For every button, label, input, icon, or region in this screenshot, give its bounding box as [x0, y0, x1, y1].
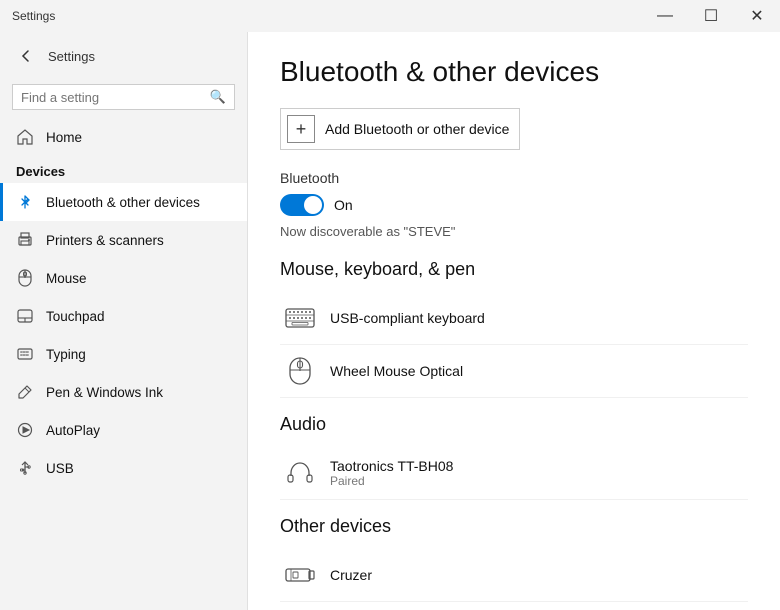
sidebar: Settings 🔍 Home Devices Bluetooth & othe [0, 32, 248, 610]
device-item-dell: DELL 2407WFP [280, 602, 748, 610]
mouse-sidebar-icon [16, 269, 34, 287]
sidebar-item-label-printers: Printers & scanners [46, 233, 164, 248]
titlebar-title: Settings [12, 9, 55, 23]
content-area: Bluetooth & other devices + Add Bluetoot… [248, 32, 780, 610]
sidebar-item-label-usb: USB [46, 461, 74, 476]
sidebar-item-label-mouse: Mouse [46, 271, 87, 286]
device-item-mouse: Wheel Mouse Optical [280, 345, 748, 398]
typing-icon [16, 345, 34, 363]
touchpad-icon [16, 307, 34, 325]
sidebar-item-mouse[interactable]: Mouse [0, 259, 247, 297]
sidebar-app-title: Settings [48, 49, 95, 64]
page-title: Bluetooth & other devices [280, 56, 748, 88]
search-input[interactable] [21, 90, 204, 105]
sidebar-item-typing[interactable]: Typing [0, 335, 247, 373]
device-name-headphones: Taotronics TT-BH08 [330, 458, 453, 474]
section-title-other: Other devices [280, 516, 748, 537]
sidebar-item-bluetooth[interactable]: Bluetooth & other devices [0, 183, 247, 221]
printer-icon [16, 231, 34, 249]
device-status-headphones: Paired [330, 474, 453, 488]
toggle-label: On [334, 197, 353, 213]
sidebar-section-label: Devices [0, 156, 247, 183]
autoplay-icon [16, 421, 34, 439]
sidebar-nav-top: Settings [0, 32, 247, 80]
minimize-button[interactable]: — [642, 0, 688, 32]
device-name-cruzer: Cruzer [330, 567, 372, 583]
keyboard-device-icon [284, 302, 316, 334]
sidebar-item-label-autoplay: AutoPlay [46, 423, 100, 438]
add-device-button[interactable]: + Add Bluetooth or other device [280, 108, 520, 150]
bluetooth-icon [16, 193, 34, 211]
sidebar-item-touchpad[interactable]: Touchpad [0, 297, 247, 335]
sidebar-item-label-typing: Typing [46, 347, 86, 362]
main-layout: Settings 🔍 Home Devices Bluetooth & othe [0, 32, 780, 610]
toggle-row: On [280, 194, 748, 216]
titlebar: Settings — ☐ ✕ [0, 0, 780, 32]
device-info-headphones: Taotronics TT-BH08 Paired [330, 458, 453, 488]
usb-drive-device-icon [284, 559, 316, 591]
sidebar-item-label-pen: Pen & Windows Ink [46, 385, 163, 400]
section-title-audio: Audio [280, 414, 748, 435]
device-item-headphones: Taotronics TT-BH08 Paired [280, 447, 748, 500]
sidebar-item-autoplay[interactable]: AutoPlay [0, 411, 247, 449]
device-name-keyboard: USB-compliant keyboard [330, 310, 485, 326]
sidebar-item-printers[interactable]: Printers & scanners [0, 221, 247, 259]
home-icon [16, 128, 34, 146]
close-button[interactable]: ✕ [734, 0, 780, 32]
bluetooth-section-label: Bluetooth [280, 170, 748, 186]
discoverable-text: Now discoverable as "STEVE" [280, 224, 748, 239]
device-name-mouse: Wheel Mouse Optical [330, 363, 463, 379]
back-button[interactable] [12, 42, 40, 70]
titlebar-left: Settings [12, 9, 55, 23]
sidebar-item-label-bluetooth: Bluetooth & other devices [46, 195, 200, 210]
section-title-mouse-keyboard: Mouse, keyboard, & pen [280, 259, 748, 280]
bluetooth-toggle[interactable] [280, 194, 324, 216]
device-info-keyboard: USB-compliant keyboard [330, 310, 485, 326]
device-info-cruzer: Cruzer [330, 567, 372, 583]
add-plus-icon: + [287, 115, 315, 143]
sidebar-item-home[interactable]: Home [0, 118, 247, 156]
device-item-keyboard: USB-compliant keyboard [280, 292, 748, 345]
sidebar-item-label-home: Home [46, 130, 82, 145]
mouse-device-icon [284, 355, 316, 387]
sidebar-item-label-touchpad: Touchpad [46, 309, 105, 324]
headphones-device-icon [284, 457, 316, 489]
search-box[interactable]: 🔍 [12, 84, 235, 110]
usb-icon [16, 459, 34, 477]
device-item-cruzer: Cruzer [280, 549, 748, 602]
maximize-button[interactable]: ☐ [688, 0, 734, 32]
pen-icon [16, 383, 34, 401]
toggle-knob [304, 196, 322, 214]
sidebar-item-pen[interactable]: Pen & Windows Ink [0, 373, 247, 411]
back-icon [20, 50, 32, 62]
device-info-mouse: Wheel Mouse Optical [330, 363, 463, 379]
add-device-label: Add Bluetooth or other device [325, 121, 509, 137]
titlebar-controls: — ☐ ✕ [642, 0, 780, 32]
search-icon: 🔍 [210, 89, 226, 105]
sidebar-item-usb[interactable]: USB [0, 449, 247, 487]
